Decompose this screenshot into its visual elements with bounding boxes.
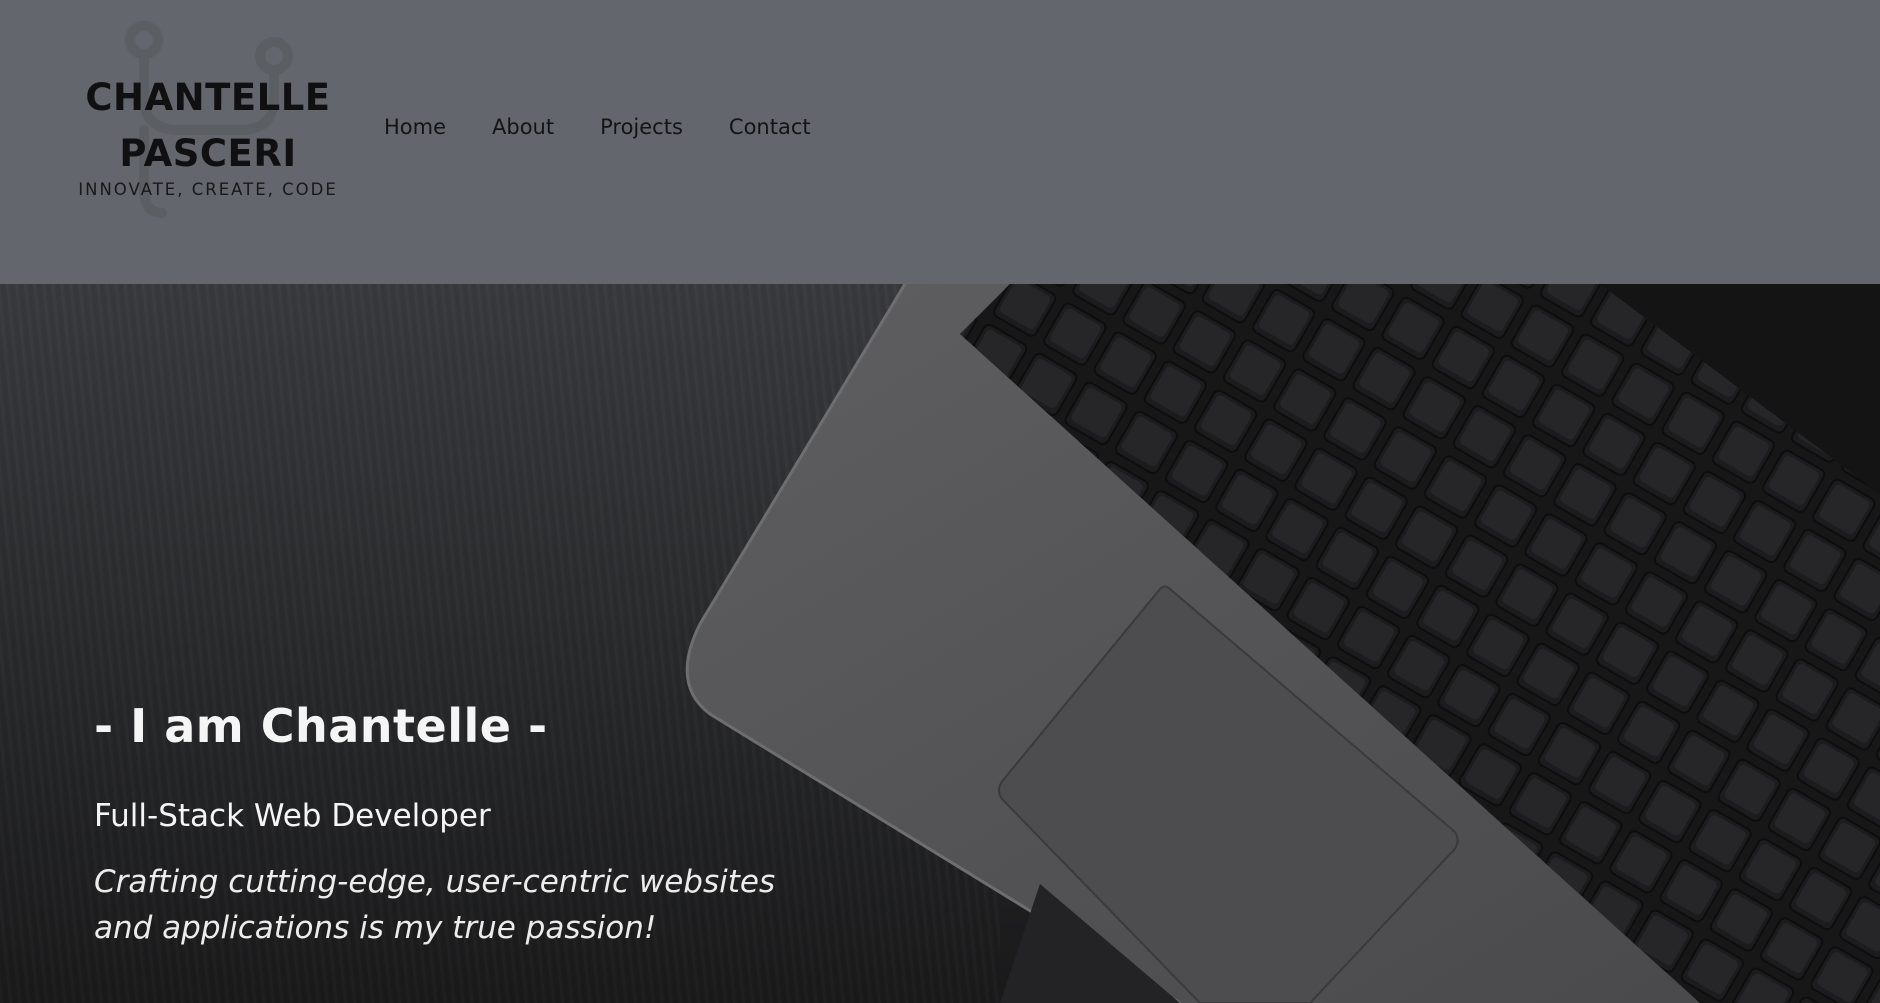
logo-tagline: INNOVATE, CREATE, CODE: [78, 180, 338, 199]
hero-subtitle: Full-Stack Web Developer: [94, 798, 491, 834]
logo-name-line2: PASCERI: [119, 132, 297, 175]
hero-title: - I am Chantelle -: [94, 699, 548, 753]
nav-contact-link[interactable]: Contact: [729, 115, 811, 139]
logo-name: CHANTELLE PASCERI: [70, 70, 346, 182]
hero-section: - I am Chantelle - Full-Stack Web Develo…: [0, 284, 1880, 1003]
hero-tagline-line2: and applications is my true passion!: [94, 910, 657, 946]
site-header: CHANTELLE PASCERI INNOVATE, CREATE, CODE…: [0, 0, 1880, 284]
hero-tagline: Crafting cutting-edge, user-centric webs…: [94, 859, 854, 951]
main-nav: Home About Projects Contact: [384, 115, 811, 139]
nav-projects-link[interactable]: Projects: [600, 115, 683, 139]
logo[interactable]: CHANTELLE PASCERI INNOVATE, CREATE, CODE: [70, 18, 350, 233]
logo-name-line1: CHANTELLE: [85, 76, 331, 119]
nav-home-link[interactable]: Home: [384, 115, 446, 139]
nav-about-link[interactable]: About: [492, 115, 554, 139]
hero-tagline-line1: Crafting cutting-edge, user-centric webs…: [94, 864, 776, 900]
